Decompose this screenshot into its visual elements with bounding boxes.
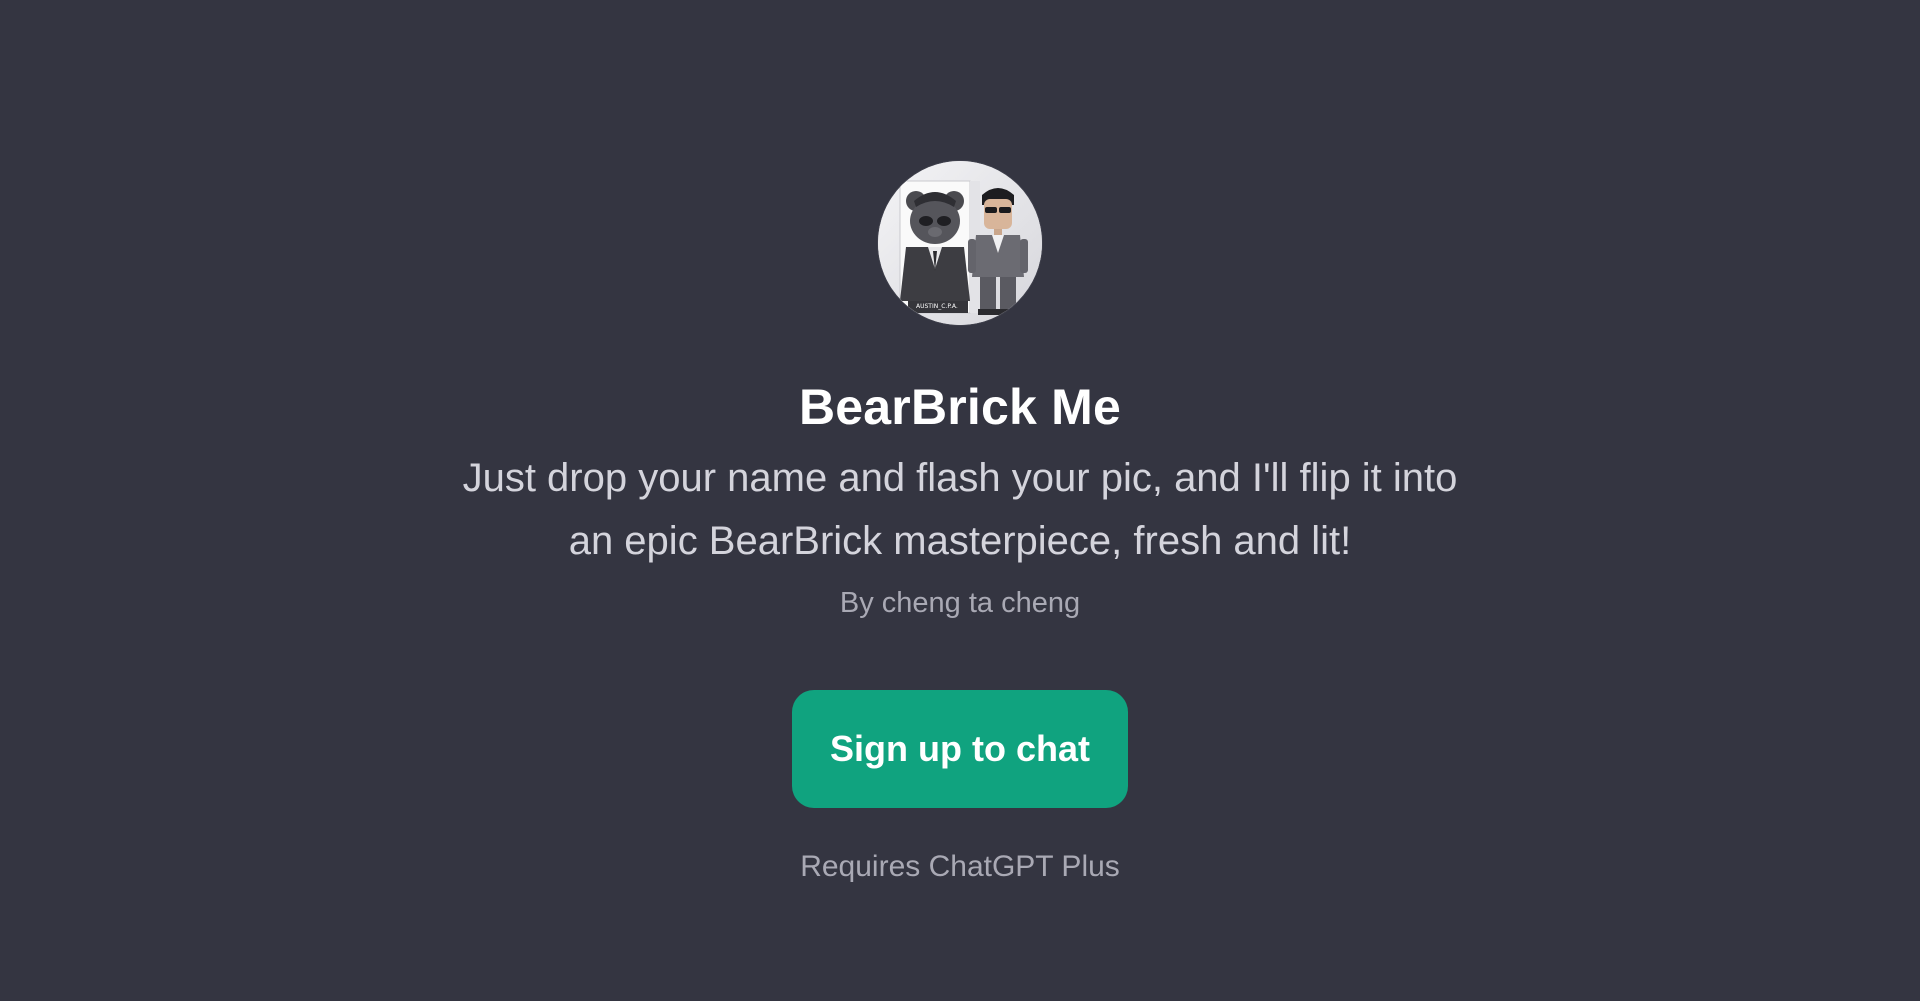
plus-requirement-note: Requires ChatGPT Plus (800, 850, 1120, 883)
gpt-description: Just drop your name and flash your pic, … (462, 456, 1458, 563)
gpt-landing-page: AUSTIN_C.P.A. BearBrick Me Just drop you… (0, 0, 1920, 1001)
bearbrick-figures-icon: AUSTIN_C.P.A. (878, 161, 1042, 325)
gpt-avatar: AUSTIN_C.P.A. (878, 161, 1042, 325)
gpt-author: By cheng ta cheng (839, 587, 1081, 619)
sign-up-to-chat-button[interactable]: Sign up to chat (792, 690, 1128, 808)
gpt-profile: AUSTIN_C.P.A. BearBrick Me Just drop you… (0, 0, 1920, 884)
gpt-title: BearBrick Me (798, 379, 1121, 435)
avatar-box-text: AUSTIN_C.P.A. (916, 303, 958, 310)
